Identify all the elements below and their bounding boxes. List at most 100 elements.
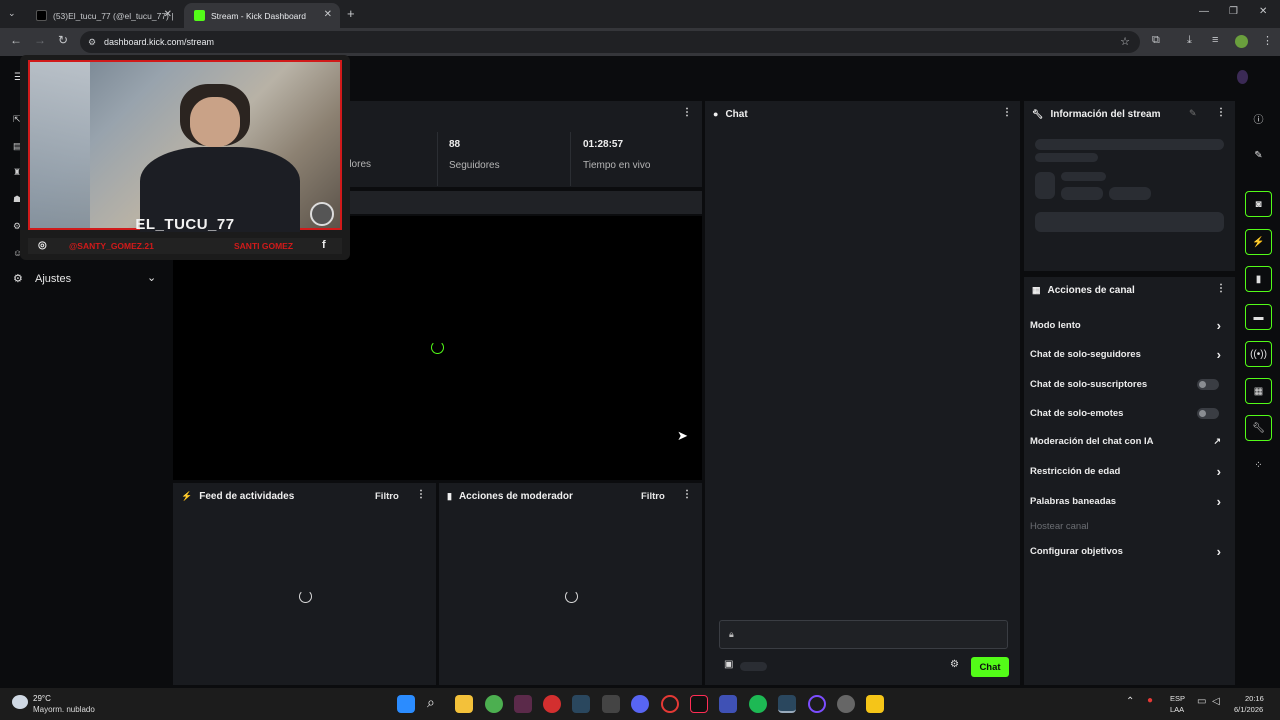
close-tab-icon[interactable]: ✕ [324,9,332,20]
lightning-icon[interactable]: ⚡ [1245,229,1272,255]
webcam-socials-bar: ◎ @SANTY_GOMEZ.21 SANTI GOMEZ f [28,238,342,254]
info-icon[interactable]: ⓘ [1245,105,1272,131]
more-options-icon[interactable]: ⋮ [1216,283,1226,294]
chevron-up-icon[interactable]: ⌃ [1126,696,1134,707]
forward-icon[interactable]: → [34,33,46,47]
address-bar[interactable]: ⚙ dashboard.kick.com/stream ☆ [80,31,1140,53]
opera-icon[interactable] [661,695,679,713]
channel-action-moderacion-ia[interactable]: Moderación del chat con IA ↗ [1030,431,1225,451]
site-info-icon[interactable]: ⚙ [88,31,96,53]
weather-icon[interactable] [12,695,28,709]
more-options-icon[interactable]: ⋮ [682,107,692,118]
microphone-icon[interactable]: ● [1147,695,1153,706]
clock-time[interactable]: 20:16 [1245,694,1264,703]
discord-icon[interactable] [631,695,649,713]
tab-title: (53)El_tucu_77 (@el_tucu_77) | T [53,10,173,21]
broadcast-icon[interactable]: ((•)) [1245,341,1272,367]
channel-action-solo-seguidores[interactable]: Chat de solo-seguidores › [1030,344,1225,364]
network-icon[interactable]: ▭ [1197,696,1206,707]
panel-title: Acciones de moderador [458,490,573,502]
filter-button[interactable]: Filtro [375,491,399,502]
more-options-icon[interactable]: ⋮ [682,489,692,500]
tab-tiktok[interactable]: (53)El_tucu_77 (@el_tucu_77) | T ✕ [26,3,180,28]
wrench-icon[interactable]: 🔧︎ [1245,415,1272,441]
gear-icon[interactable]: ⚙ [950,659,959,670]
panel-title: Información del stream [1050,108,1161,120]
app-icon[interactable] [543,695,561,713]
more-options-icon[interactable]: ⋮ [1002,107,1012,118]
file-explorer-icon[interactable] [455,695,473,713]
minimize-icon[interactable]: — [1199,6,1209,17]
close-tab-icon[interactable]: ✕ [164,9,172,20]
close-window-icon[interactable]: ✕ [1259,6,1267,17]
loading-skeleton [1061,172,1106,181]
sidebar-item-ajustes[interactable]: ⚙ Ajustes ⌄ [10,269,160,289]
channel-action-modo-lento[interactable]: Modo lento › [1030,315,1225,335]
loading-skeleton [740,662,767,671]
app-icon[interactable] [602,695,620,713]
camera-icon[interactable]: ◙ [1245,191,1272,217]
more-options-icon[interactable]: ⋮ [1216,107,1226,118]
more-options-icon[interactable]: ⋮ [416,489,426,500]
activity-feed-panel: ⚡ Feed de actividades Filtro ⋮ [173,483,436,685]
app-icon[interactable] [719,695,737,713]
channel-action-label: Hostear canal [1030,520,1089,532]
bookmark-star-icon[interactable]: ☆ [1120,31,1130,53]
panel-header: ● Chat [705,101,1020,127]
back-icon[interactable]: ← [10,33,22,47]
channel-action-restriccion-edad[interactable]: Restricción de edad › [1030,461,1225,481]
user-avatar[interactable] [1237,70,1248,84]
edit-pencil-icon[interactable]: ✎ [1245,142,1272,168]
chrome-icon[interactable] [485,695,503,713]
volume-icon[interactable]: ◁ [1212,696,1220,707]
start-icon[interactable] [397,695,415,713]
webcam-streamer-name: EL_TUCU_77 [135,216,235,233]
edit-pencil-icon[interactable]: ✎ [1189,108,1197,119]
divider [437,132,438,186]
apps-icon[interactable]: ⁘ [1245,452,1272,478]
window-background [30,62,90,228]
tiktok-icon[interactable] [690,695,708,713]
store-icon[interactable]: ▣ [724,659,733,670]
media-icon[interactable]: ≡ [1212,34,1218,46]
document-icon[interactable]: ▮ [1245,266,1272,292]
channel-action-label: Moderación del chat con IA [1030,435,1154,447]
app-icon[interactable] [514,695,532,713]
channel-action-configurar-objetivos[interactable]: Configurar objetivos › [1030,541,1225,561]
channel-action-label: Modo lento [1030,319,1081,331]
panel-title: Feed de actividades [199,490,295,502]
extensions-icon[interactable]: ⧉ [1152,34,1160,47]
live-time-label: Tiempo en vivo [583,160,651,171]
reload-icon[interactable]: ↻ [58,33,68,47]
tab-kick-dashboard[interactable]: Stream - Kick Dashboard ✕ [184,3,340,28]
moderator-actions-panel: ▮ Acciones de moderador Filtro ⋮ [439,483,702,685]
loading-spinner [565,590,578,603]
app-icon[interactable] [866,695,884,713]
download-icon[interactable]: ⤓ [1187,34,1192,47]
chat-input[interactable]: 🔒︎ [719,620,1008,649]
solo-emotes-toggle[interactable] [1197,407,1219,419]
live-time-value: 01:28:57 [583,139,624,150]
channel-icon[interactable]: ▦ [1245,378,1272,404]
app-icon[interactable] [837,695,855,713]
lightning-icon: ⚡ [181,490,193,501]
steam-icon[interactable] [778,695,796,713]
tab-search-icon[interactable]: ⌄ [8,8,16,19]
steam-icon[interactable] [572,695,590,713]
language-indicator[interactable]: ESP [1170,694,1185,703]
spotify-icon[interactable] [749,695,767,713]
search-icon[interactable]: ⌕ [427,694,435,711]
app-icon[interactable] [808,695,826,713]
chat-send-button[interactable]: Chat [971,657,1009,677]
solo-suscriptores-toggle[interactable] [1197,378,1219,390]
chevron-right-icon: › [1216,317,1221,333]
profile-avatar[interactable] [1235,35,1248,48]
menu-icon[interactable]: ⋮ [1262,34,1273,47]
restore-icon[interactable]: ❐ [1229,6,1238,17]
tiktok-icon [36,10,47,21]
channel-action-palabras-baneadas[interactable]: Palabras baneadas › [1030,491,1225,511]
new-tab-icon[interactable]: + [347,6,355,21]
chat-bubble-icon[interactable]: ▬ [1245,304,1272,330]
filter-button[interactable]: Filtro [641,491,665,502]
url-text: dashboard.kick.com/stream [104,37,215,47]
